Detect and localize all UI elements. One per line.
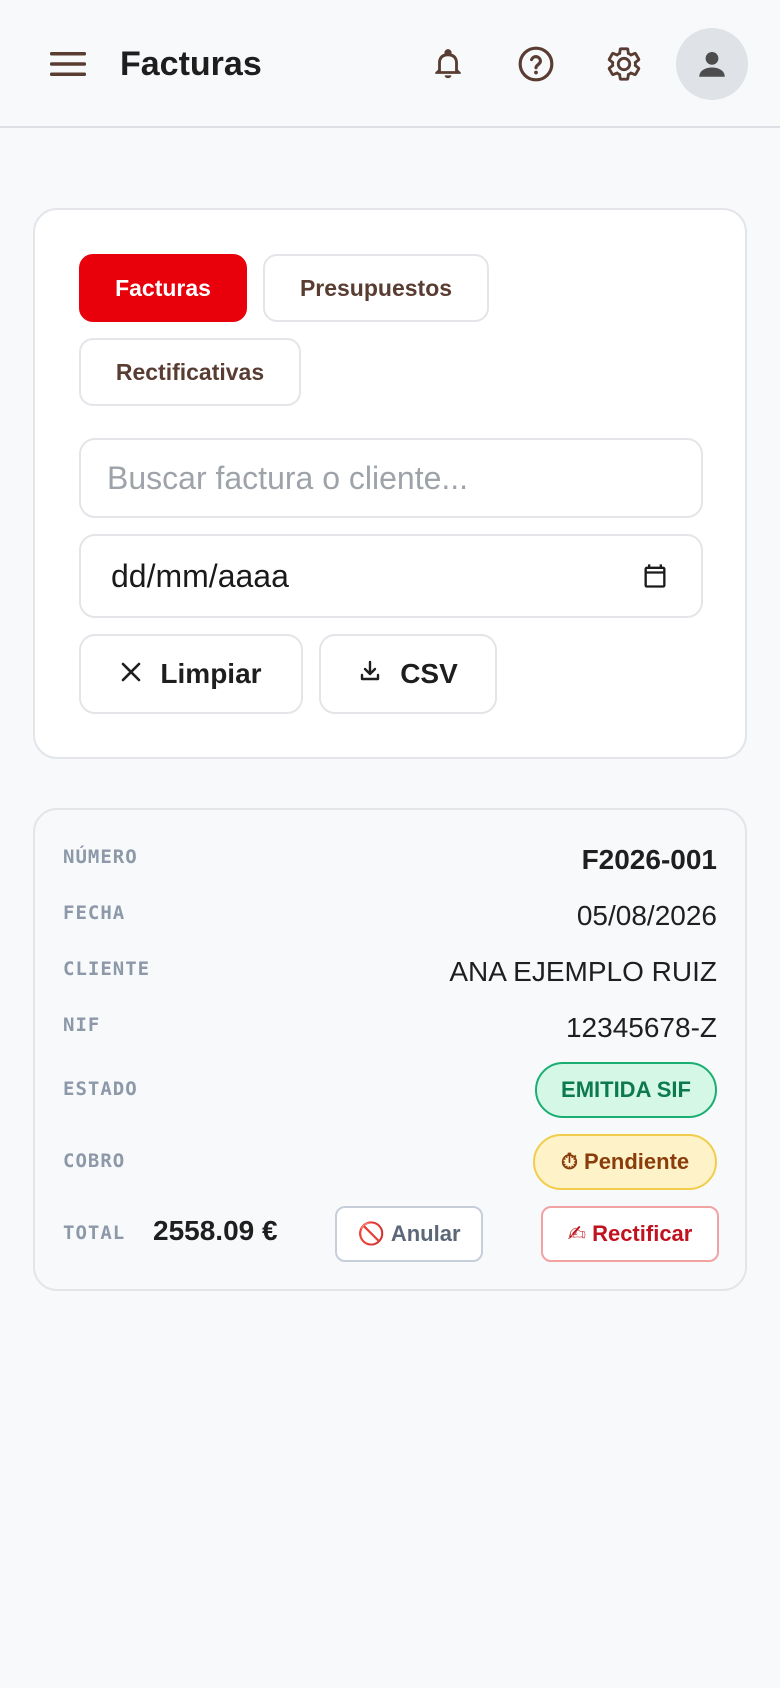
invoice-client: ANA EJEMPLO RUIZ (449, 956, 717, 987)
tab-rectificativas[interactable]: Rectificativas (79, 338, 301, 406)
filter-panel: Facturas Presupuestos Rectificativas dd/… (33, 208, 747, 759)
stopwatch-icon: ⏱ (560, 1149, 579, 1174)
cliente-label: CLIENTE (63, 958, 151, 980)
date-placeholder: dd/mm/aaaa (111, 557, 289, 594)
user-avatar-icon[interactable] (676, 28, 748, 100)
rectify-invoice-button[interactable]: ✍ Rectificar (541, 1206, 719, 1262)
invoice-number: F2026-001 (581, 844, 717, 875)
help-circle-icon[interactable] (512, 40, 560, 88)
download-icon (358, 658, 382, 690)
hamburger-menu-icon[interactable] (44, 40, 92, 88)
nif-label: NIF (63, 1014, 101, 1036)
tab-facturas[interactable]: Facturas (79, 254, 247, 322)
date-input[interactable]: dd/mm/aaaa (79, 534, 703, 618)
app-bar: Facturas (0, 0, 780, 128)
clear-button[interactable]: Limpiar (79, 634, 303, 714)
calendar-icon[interactable] (639, 560, 671, 592)
anular-label: Anular (390, 1221, 461, 1246)
gear-icon[interactable] (600, 40, 648, 88)
payment-status-label: Pendiente (584, 1149, 690, 1174)
total-label: TOTAL (63, 1222, 126, 1244)
fecha-label: FECHA (63, 902, 126, 924)
payment-status-badge: ⏱ Pendiente (533, 1134, 717, 1190)
clear-button-label: Limpiar (160, 658, 262, 689)
search-input[interactable] (81, 440, 701, 516)
tab-presupuestos[interactable]: Presupuestos (263, 254, 489, 322)
close-icon (120, 658, 142, 690)
numero-label: NÚMERO (63, 846, 138, 868)
cancel-invoice-button[interactable]: 🚫 Anular (335, 1206, 483, 1262)
invoice-card: NÚMERO F2026-001 FECHA 05/08/2026 CLIENT… (33, 808, 747, 1291)
cobro-label: COBRO (63, 1150, 126, 1172)
rectificar-label: Rectificar (592, 1221, 693, 1246)
estado-label: ESTADO (63, 1078, 138, 1100)
invoice-nif: 12345678-Z (565, 1012, 717, 1043)
search-field (79, 438, 703, 518)
writing-hand-icon: ✍ (567, 1221, 587, 1246)
bell-icon[interactable] (424, 40, 472, 88)
invoice-total: 2558.09 € (153, 1215, 278, 1246)
page-title: Facturas (120, 45, 262, 83)
csv-button-label: CSV (400, 658, 458, 689)
prohibited-icon: 🚫 (357, 1221, 385, 1246)
invoice-date: 05/08/2026 (576, 900, 717, 931)
csv-export-button[interactable]: CSV (319, 634, 497, 714)
status-badge: EMITIDA SIF (535, 1062, 717, 1118)
